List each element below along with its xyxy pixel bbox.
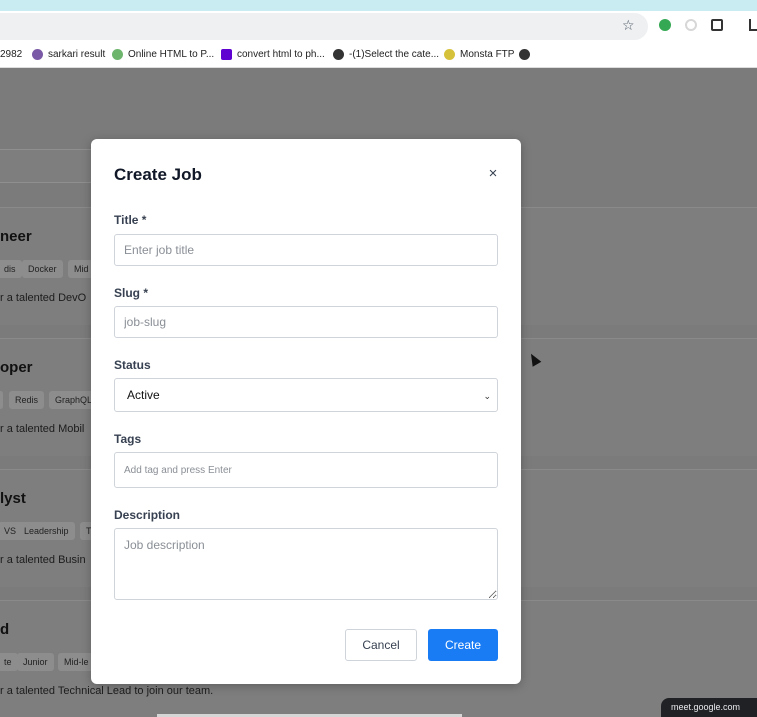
job-tag: Mid-le bbox=[58, 653, 95, 671]
job-card-description: r a talented DevO bbox=[0, 292, 87, 304]
bookmark-item[interactable]: Online HTML to P... bbox=[112, 49, 214, 60]
job-slug-input[interactable] bbox=[114, 306, 498, 338]
bookmark-label: Online HTML to P... bbox=[128, 49, 215, 60]
bookmark-star-icon[interactable]: ☆ bbox=[622, 17, 635, 34]
job-title-input[interactable] bbox=[114, 234, 498, 266]
job-tag bbox=[0, 391, 3, 409]
job-card-description: r a talented Mobil bbox=[0, 423, 85, 435]
site-icon bbox=[112, 49, 123, 60]
bookmark-item[interactable]: sarkari result bbox=[32, 49, 105, 60]
job-tag: Junior bbox=[17, 653, 54, 671]
job-card-description: r a talented Busin bbox=[0, 554, 86, 566]
yahoo-icon bbox=[221, 49, 232, 60]
extension-loading-icon[interactable] bbox=[685, 19, 697, 31]
status-selected-value: Active bbox=[127, 388, 160, 402]
description-textarea[interactable] bbox=[114, 528, 498, 600]
slug-label: Slug * bbox=[114, 286, 149, 300]
status-select[interactable]: Active ⌄ bbox=[114, 378, 498, 412]
bookmark-label: convert html to ph... bbox=[237, 49, 325, 60]
browser-tab-strip bbox=[0, 0, 757, 11]
bookmark-label: 2982 bbox=[0, 49, 23, 60]
status-label: Status bbox=[114, 358, 151, 372]
site-icon bbox=[32, 49, 43, 60]
create-button[interactable]: Create bbox=[428, 629, 498, 661]
site-icon bbox=[444, 49, 455, 60]
globe-icon bbox=[333, 49, 344, 60]
bookmark-label: Monsta FTP bbox=[460, 49, 515, 60]
cancel-button[interactable]: Cancel bbox=[345, 629, 417, 661]
job-tag: Redis bbox=[9, 391, 45, 409]
bookmark-item[interactable]: 2982 bbox=[0, 49, 22, 60]
job-card-title: oper bbox=[0, 359, 33, 376]
download-icon[interactable] bbox=[749, 19, 757, 31]
address-bar[interactable] bbox=[0, 13, 648, 40]
extension-green-icon[interactable] bbox=[659, 19, 671, 31]
tags-label: Tags bbox=[114, 432, 142, 446]
bookmark-item[interactable]: Monsta FTP bbox=[444, 49, 514, 60]
title-label: Title * bbox=[114, 213, 147, 227]
job-tag: Docker bbox=[22, 260, 63, 278]
bookmark-item[interactable] bbox=[519, 49, 530, 60]
modal-title: Create Job bbox=[114, 165, 202, 184]
globe-icon bbox=[519, 49, 530, 60]
browser-toolbar: ☆ bbox=[0, 11, 757, 43]
job-tag: Leadership bbox=[18, 522, 75, 540]
meet-sharing-label: meet.google.com bbox=[671, 702, 741, 712]
chevron-down-icon: ⌄ bbox=[483, 391, 491, 401]
bookmarks-bar: 2982 sarkari result Online HTML to P... … bbox=[0, 43, 757, 68]
bookmark-label: -(1)Select the cate... bbox=[349, 49, 440, 60]
job-card-title: neer bbox=[0, 228, 32, 245]
job-card-description: r a talented Technical Lead to join our … bbox=[0, 685, 214, 697]
close-icon[interactable]: × bbox=[486, 166, 500, 181]
meet-sharing-indicator[interactable]: meet.google.com bbox=[661, 698, 757, 717]
job-tag: te bbox=[0, 653, 18, 671]
job-card-title: lyst bbox=[0, 490, 26, 507]
tags-input[interactable] bbox=[114, 452, 498, 488]
bookmark-item[interactable]: -(1)Select the cate... bbox=[333, 49, 439, 60]
bookmark-label: sarkari result bbox=[48, 49, 106, 60]
job-tag: dis bbox=[0, 260, 22, 278]
extensions-puzzle-icon[interactable] bbox=[711, 19, 723, 31]
job-card-title: d bbox=[0, 621, 10, 638]
description-label: Description bbox=[114, 508, 181, 522]
create-job-modal: Create Job × Title * Slug * Status Activ… bbox=[91, 139, 521, 684]
bookmark-item[interactable]: convert html to ph... bbox=[221, 49, 325, 60]
